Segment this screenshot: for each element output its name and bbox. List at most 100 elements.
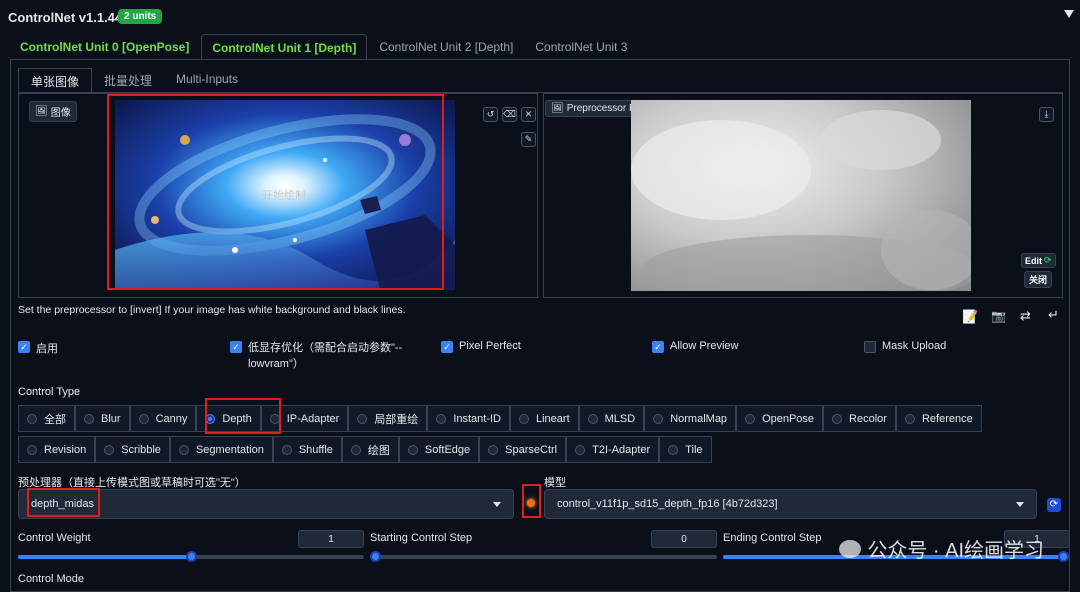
input-mode-tabs: 单张图像 批量处理 Multi-Inputs	[18, 68, 250, 94]
highlight-depth-radio	[205, 398, 281, 434]
starting-step-input[interactable]: 0	[651, 530, 717, 548]
edit-label: Edit	[1025, 255, 1042, 266]
radio-dot-icon	[178, 444, 189, 455]
radio-normalmap[interactable]: NormalMap	[644, 405, 737, 432]
control-type-row-2: Revision Scribble Segmentation Shuffle 绘…	[18, 436, 712, 463]
wechat-icon	[839, 539, 862, 558]
chevron-down-icon	[493, 501, 501, 507]
radio-canny[interactable]: Canny	[129, 405, 197, 432]
mask-upload-label: Mask Upload	[882, 340, 947, 352]
enable-checkbox[interactable]: ✓ 启用	[18, 340, 58, 356]
allow-preview-label: Allow Preview	[670, 340, 739, 352]
close-icon[interactable]: ✕	[521, 107, 536, 122]
radio-label: T2I-Adapter	[592, 443, 651, 456]
radio-scribble[interactable]: Scribble	[95, 436, 170, 463]
starting-step-slider[interactable]	[370, 555, 717, 559]
control-weight-fill	[18, 555, 190, 559]
highlight-input-image	[107, 94, 444, 290]
radio-shuffle[interactable]: Shuffle	[272, 436, 342, 463]
swap-icon[interactable]: ⇄	[1020, 308, 1031, 324]
radio-openpose[interactable]: OpenPose	[736, 405, 824, 432]
radio-label: Instant-ID	[453, 412, 501, 425]
radio-segmentation[interactable]: Segmentation	[169, 436, 273, 463]
tab-batch[interactable]: 批量处理	[92, 68, 164, 94]
radio-label: SparseCtrl	[505, 443, 558, 456]
refresh-icon: ⟳	[1044, 255, 1052, 265]
close-preview-button[interactable]: 关闭	[1024, 271, 1053, 288]
radio-dot-icon	[138, 413, 149, 424]
radio-instant-id[interactable]: Instant-ID	[427, 405, 510, 432]
radio-label: Shuffle	[298, 443, 333, 456]
radio-dot-icon	[350, 444, 361, 455]
radio-label: 全部	[44, 413, 66, 426]
refresh-models-icon[interactable]: ⟳	[1047, 498, 1061, 512]
control-weight-input[interactable]: 1	[298, 530, 364, 548]
erase-icon[interactable]: ⌫	[502, 107, 517, 122]
mask-upload-checkbox[interactable]: Mask Upload	[864, 340, 946, 353]
ending-step-label: Ending Control Step	[723, 532, 822, 544]
radio-reference[interactable]: Reference	[895, 405, 982, 432]
unit-tabs: ControlNet Unit 0 [OpenPose] ControlNet …	[10, 34, 639, 60]
radio-dot-icon	[488, 444, 499, 455]
radio-label: Canny	[155, 412, 188, 425]
camera-icon[interactable]: 📷	[991, 309, 1006, 323]
check-icon: ✓	[18, 341, 30, 353]
radio-t2i-adapter[interactable]: T2I-Adapter	[566, 436, 660, 463]
radio-softedge[interactable]: SoftEdge	[398, 436, 480, 463]
radio-label: Recolor	[849, 412, 887, 425]
radio-drawing[interactable]: 绘图	[341, 436, 399, 463]
tab-unit-1[interactable]: ControlNet Unit 1 [Depth]	[201, 34, 368, 60]
starting-step-thumb[interactable]	[370, 551, 381, 562]
send-dimensions-icon[interactable]: ↵	[1048, 307, 1059, 323]
pixel-perfect-checkbox[interactable]: ✓ Pixel Perfect	[441, 340, 521, 353]
radio-revision[interactable]: Revision	[18, 436, 96, 463]
edit-button[interactable]: Edit ⟳	[1021, 253, 1056, 268]
control-weight-thumb[interactable]	[186, 551, 197, 562]
control-type-label: Control Type	[18, 386, 81, 398]
radio-dot-icon	[653, 413, 664, 424]
radio-label: IP-Adapter	[286, 412, 340, 425]
lowvram-label: 低显存优化（需配合启动参数"--lowvram"）	[248, 342, 403, 370]
note-icon[interactable]: 📝	[962, 309, 978, 325]
radio-dot-icon	[519, 413, 529, 424]
download-icon[interactable]: ⤓	[1039, 107, 1054, 122]
controlnet-title[interactable]: ControlNet v1.1.445	[8, 10, 129, 25]
run-preprocessor-button[interactable]	[522, 484, 541, 518]
ending-step-thumb[interactable]	[1058, 551, 1069, 562]
collapse-toggle-icon[interactable]	[1064, 10, 1074, 18]
radio-dot-icon	[357, 413, 368, 424]
radio-dot-icon	[104, 444, 115, 455]
tab-single-image[interactable]: 单张图像	[18, 68, 93, 94]
lowvram-checkbox[interactable]: ✓ 低显存优化（需配合启动参数"--lowvram"）	[230, 340, 420, 372]
radio-label: Segmentation	[195, 443, 264, 456]
brush-icon[interactable]: ✎	[521, 132, 536, 147]
tab-unit-0[interactable]: ControlNet Unit 0 [OpenPose]	[10, 34, 199, 60]
radio-dot-icon	[832, 413, 843, 424]
radio-label: Reference	[921, 412, 973, 425]
radio-tile[interactable]: Tile	[659, 436, 712, 463]
undo-icon[interactable]: ↺	[483, 107, 498, 122]
radio-label: 绘图	[367, 444, 390, 457]
radio-sparsectrl[interactable]: SparseCtrl	[479, 436, 567, 463]
radio-recolor[interactable]: Recolor	[823, 405, 896, 432]
tab-unit-3[interactable]: ControlNet Unit 3	[525, 34, 637, 60]
image-icon: 🖼	[551, 103, 564, 114]
radio-label: OpenPose	[762, 412, 815, 425]
radio-label: SoftEdge	[424, 443, 471, 456]
allow-preview-checkbox[interactable]: ✓ Allow Preview	[652, 340, 738, 353]
radio-dot-icon	[407, 444, 418, 455]
radio-mlsd[interactable]: MLSD	[578, 405, 645, 432]
tab-multi-inputs[interactable]: Multi-Inputs	[164, 68, 250, 94]
model-select[interactable]: control_v11f1p_sd15_depth_fp16 [4b72d323…	[544, 489, 1037, 519]
control-mode-label: Control Mode	[18, 573, 85, 585]
starting-step-label: Starting Control Step	[370, 532, 473, 544]
invert-hint: Set the preprocessor to [invert] If your…	[18, 304, 406, 316]
radio-all[interactable]: 全部	[18, 405, 75, 432]
radio-lineart[interactable]: Lineart	[510, 405, 579, 432]
radio-blur[interactable]: Blur	[75, 405, 130, 432]
tab-unit-2[interactable]: ControlNet Unit 2 [Depth]	[369, 34, 523, 60]
radio-label: 局部重绘	[374, 413, 419, 426]
radio-inpaint[interactable]: 局部重绘	[348, 405, 428, 432]
radio-label: NormalMap	[670, 412, 728, 425]
model-value: control_v11f1p_sd15_depth_fp16 [4b72d323…	[557, 498, 778, 510]
